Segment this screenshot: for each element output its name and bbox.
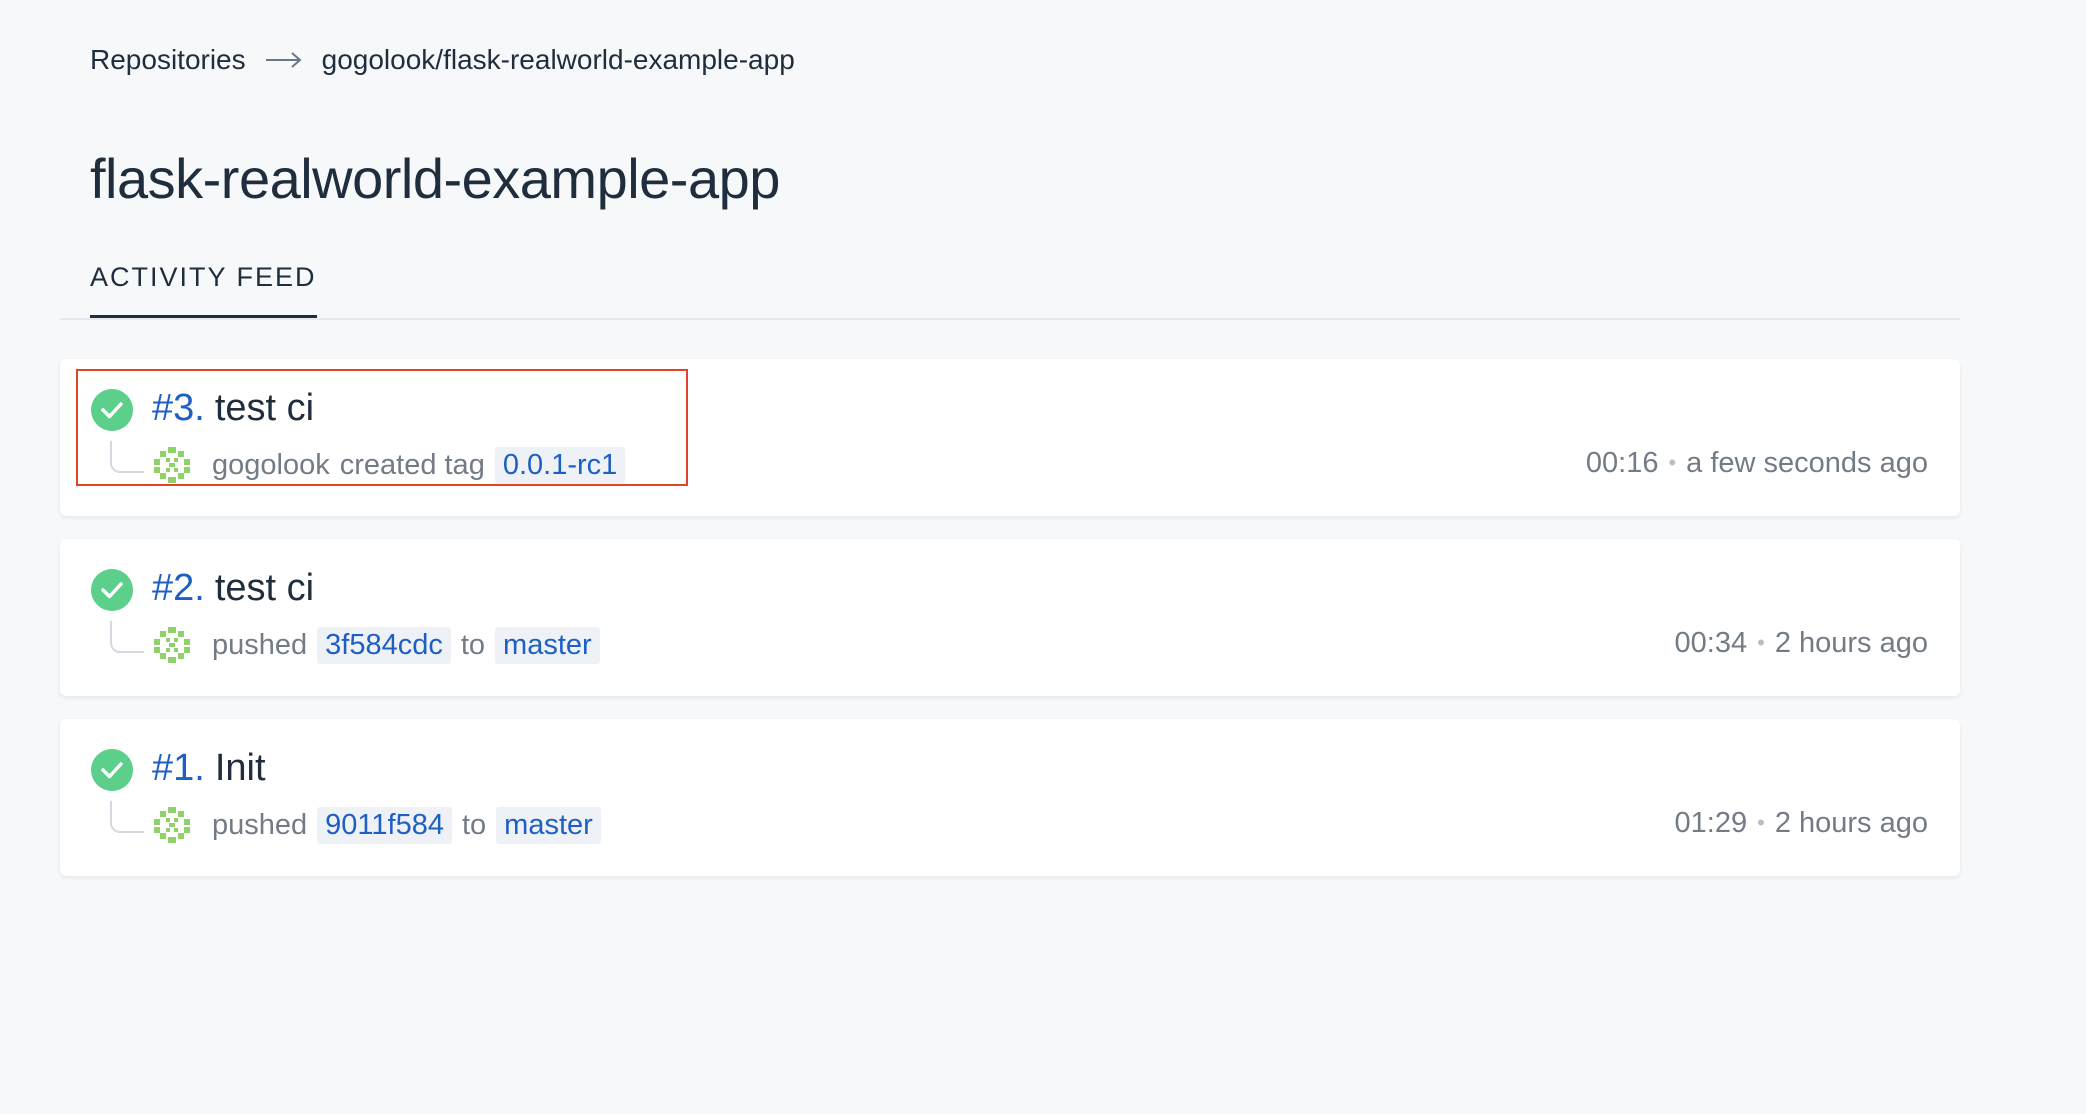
breadcrumb: Repositories gogolook/flask-realworld-ex… <box>90 44 795 76</box>
build-duration: 00:34 <box>1674 627 1748 659</box>
check-circle-icon <box>91 569 133 611</box>
avatar <box>152 445 192 485</box>
build-event: pushed 3f584cdc to master <box>212 627 610 664</box>
tag-chip[interactable]: 0.0.1-rc1 <box>494 447 626 484</box>
build-duration: 00:16 <box>1585 447 1659 479</box>
build-name: Init <box>214 747 266 789</box>
build-name: test ci <box>214 387 315 429</box>
breadcrumb-repo: gogolook/flask-realworld-example-app <box>321 44 795 75</box>
branch-chip[interactable]: master <box>495 627 600 664</box>
commit-chip[interactable]: 9011f584 <box>317 807 452 844</box>
event-action: pushed <box>212 809 308 841</box>
branch-chip[interactable]: master <box>496 807 601 844</box>
event-actor: gogolook <box>212 449 330 481</box>
build-title[interactable]: #1. Init <box>152 747 266 790</box>
arrow-right-icon <box>264 50 304 70</box>
event-action: created tag <box>339 449 485 481</box>
separator-dot: • <box>1668 450 1677 475</box>
build-card[interactable]: #2. test ci pushed 3f584cdc to master 00… <box>60 539 1960 696</box>
build-timing: 00:16 • a few seconds ago <box>1586 447 1928 480</box>
build-duration: 01:29 <box>1674 807 1748 839</box>
commit-chip[interactable]: 3f584cdc <box>317 627 451 664</box>
tab-bar: ACTIVITY FEED <box>60 254 1960 320</box>
build-title[interactable]: #2. test ci <box>152 567 314 610</box>
breadcrumb-repositories-link[interactable]: Repositories <box>90 44 246 76</box>
build-timing: 00:34 • 2 hours ago <box>1675 627 1928 660</box>
build-timing: 01:29 • 2 hours ago <box>1675 807 1928 840</box>
tree-connector <box>110 621 144 653</box>
avatar <box>152 805 192 845</box>
tree-connector <box>110 801 144 833</box>
event-connector: to <box>461 809 487 841</box>
separator-dot: • <box>1757 630 1765 655</box>
build-event: pushed 9011f584 to master <box>212 807 611 844</box>
page-title: flask-realworld-example-app <box>90 147 780 210</box>
build-event: gogolook created tag 0.0.1-rc1 <box>212 447 635 484</box>
avatar <box>152 625 192 665</box>
build-time-ago: 2 hours ago <box>1774 807 1928 839</box>
build-card[interactable]: #1. Init pushed 9011f584 to master 01:29… <box>60 719 1960 876</box>
build-number: #1. <box>152 747 205 789</box>
tab-activity-feed[interactable]: ACTIVITY FEED <box>90 262 317 318</box>
event-action: pushed <box>212 629 308 661</box>
tree-connector <box>110 441 144 473</box>
build-time-ago: a few seconds ago <box>1686 447 1928 479</box>
build-number: #2. <box>152 567 205 609</box>
build-name: test ci <box>214 567 315 609</box>
event-connector: to <box>460 629 486 661</box>
activity-feed: #3. test ci gogolook created tag 0.0.1-r… <box>60 359 1960 899</box>
separator-dot: • <box>1757 810 1765 835</box>
check-circle-icon <box>91 749 133 791</box>
build-number: #3. <box>152 387 205 429</box>
build-card[interactable]: #3. test ci gogolook created tag 0.0.1-r… <box>60 359 1960 516</box>
build-time-ago: 2 hours ago <box>1774 627 1928 659</box>
check-circle-icon <box>91 389 133 431</box>
build-title[interactable]: #3. test ci <box>152 387 314 430</box>
